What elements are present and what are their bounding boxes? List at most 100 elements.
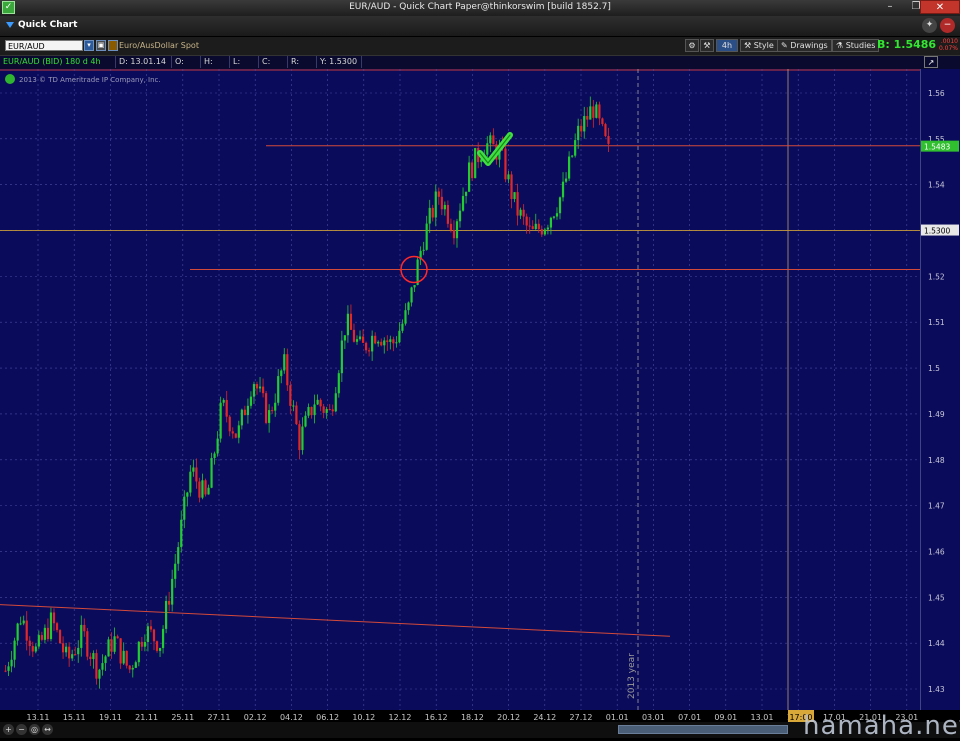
candle-body [443, 204, 446, 210]
pin-icon[interactable]: ✦ [922, 18, 937, 33]
candle-body [28, 640, 31, 647]
drawings-button[interactable]: ✎ Drawings [777, 39, 832, 52]
magnifier-icon[interactable]: ◎ [29, 724, 40, 735]
candle-body [204, 480, 207, 495]
minimize-button[interactable]: – [878, 0, 902, 14]
aggregation-button[interactable]: 4h [716, 39, 738, 52]
collapse-arrow-icon[interactable] [6, 22, 14, 28]
bid-price: B: 1.5486 [877, 38, 937, 51]
candle-body [510, 174, 513, 199]
symbol-input[interactable]: EUR/AUD [5, 40, 83, 51]
y-tick-label: 1.44 [928, 639, 945, 648]
pencil-icon: ✎ [781, 41, 791, 50]
candle-body [146, 626, 150, 643]
candle-body [222, 399, 225, 403]
candle-body [404, 310, 407, 324]
candle-body [95, 653, 98, 679]
candle-body [116, 636, 119, 639]
x-tick-label: 02.12 [244, 713, 267, 722]
candle-body [210, 457, 213, 488]
candle-body [86, 631, 89, 657]
studies-button[interactable]: ⚗ Studies [832, 39, 880, 52]
candle-body [561, 181, 565, 198]
candle-body [355, 339, 359, 342]
y-tick-label: 1.46 [928, 547, 945, 556]
candle-body [231, 431, 234, 434]
chart-svg[interactable]: 13.11 15.11 19.11 21.11 25.11 27.11 02.12 04.12… [0, 69, 920, 729]
candle-body [546, 227, 549, 230]
open-value: O: N/A [172, 56, 201, 78]
candle-body [577, 125, 580, 141]
style-button[interactable]: ⚒ Style [740, 39, 778, 52]
x-tick-label: 27.11 [208, 713, 231, 722]
studies-label: Studies [845, 41, 876, 50]
x-tick-label: 24.12 [533, 713, 556, 722]
zoom-in-icon[interactable]: + [3, 724, 14, 735]
x-tick-label: 04.12 [280, 713, 303, 722]
candle-body [107, 639, 110, 657]
window-title: EUR/AUD - Quick Chart Paper@thinkorswim … [349, 2, 611, 12]
price-axis[interactable]: 1.43 1.44 1.45 1.46 1.47 1.48 1.49 1.5 1.51 1.52 1… [920, 69, 960, 710]
settings-icon[interactable]: ⚙ [685, 39, 699, 52]
candle-body [252, 384, 256, 397]
candle-body [474, 147, 477, 179]
candle-body [537, 223, 540, 230]
x-tick-label: 09.01 [714, 713, 737, 722]
symbol-dropdown-icon[interactable]: ▾ [84, 40, 94, 51]
price-chart[interactable]: 13.11 15.11 19.11 21.11 25.11 27.11 02.12 04.12… [0, 69, 920, 723]
candle-body [128, 665, 131, 670]
candle-body [49, 612, 53, 640]
candle-body [558, 197, 562, 214]
candle-body [486, 143, 489, 155]
y-tick-label: 1.47 [928, 502, 945, 511]
candle-body [564, 178, 568, 182]
y-tick-label: 1.56 [928, 89, 945, 98]
wrench-icon[interactable]: ⚒ [700, 39, 714, 52]
candle-body [574, 140, 577, 156]
candle-body [131, 667, 134, 670]
close-button[interactable]: ✕ [920, 0, 960, 14]
candle-body [43, 627, 47, 640]
candle-body [446, 204, 449, 224]
candle-body [268, 410, 271, 423]
candle-body [7, 666, 10, 671]
candle-body [504, 148, 507, 180]
candle-body [604, 124, 607, 137]
candle-body [219, 402, 222, 439]
time-scrollbar[interactable] [618, 725, 788, 734]
candle-body [452, 230, 456, 239]
watermark-logo: hamaha.net [803, 711, 960, 741]
panel-close-icon[interactable]: − [940, 18, 955, 33]
x-tick-label: 03.01 [642, 713, 665, 722]
candle-body [186, 492, 189, 497]
candle-body [428, 207, 431, 224]
y-tick-label: 1.48 [928, 456, 945, 465]
x-tick-label: 21.11 [135, 713, 158, 722]
expand-icon[interactable]: ↗ [924, 56, 938, 68]
panel-header: Quick Chart ✦ − [0, 16, 960, 37]
x-tick-label: 12.12 [389, 713, 412, 722]
y-tick-label: 1.51 [928, 318, 945, 327]
candle-body [334, 393, 337, 412]
candle-body [46, 627, 50, 640]
pan-icon[interactable]: ↔ [42, 724, 53, 735]
candle-body [110, 639, 113, 652]
candle-body [325, 409, 328, 413]
candle-body [507, 174, 510, 180]
candle-body [104, 656, 107, 664]
zoom-out-icon[interactable]: − [16, 724, 27, 735]
candle-body [61, 643, 65, 653]
link-icon[interactable]: ▣ [96, 40, 106, 51]
candle-body [395, 342, 398, 344]
date-value: D: 13.01.14 17:00 [116, 56, 172, 78]
symbol-color-icon[interactable] [108, 40, 118, 51]
candle-body [271, 410, 274, 412]
candle-body [280, 370, 283, 377]
flask-icon: ⚗ [836, 41, 846, 50]
info-icon[interactable] [5, 74, 15, 84]
candle-body [74, 654, 77, 656]
candle-body [434, 191, 437, 218]
candle-body [198, 481, 201, 498]
candle-body [298, 424, 301, 451]
candle-body [346, 313, 350, 336]
